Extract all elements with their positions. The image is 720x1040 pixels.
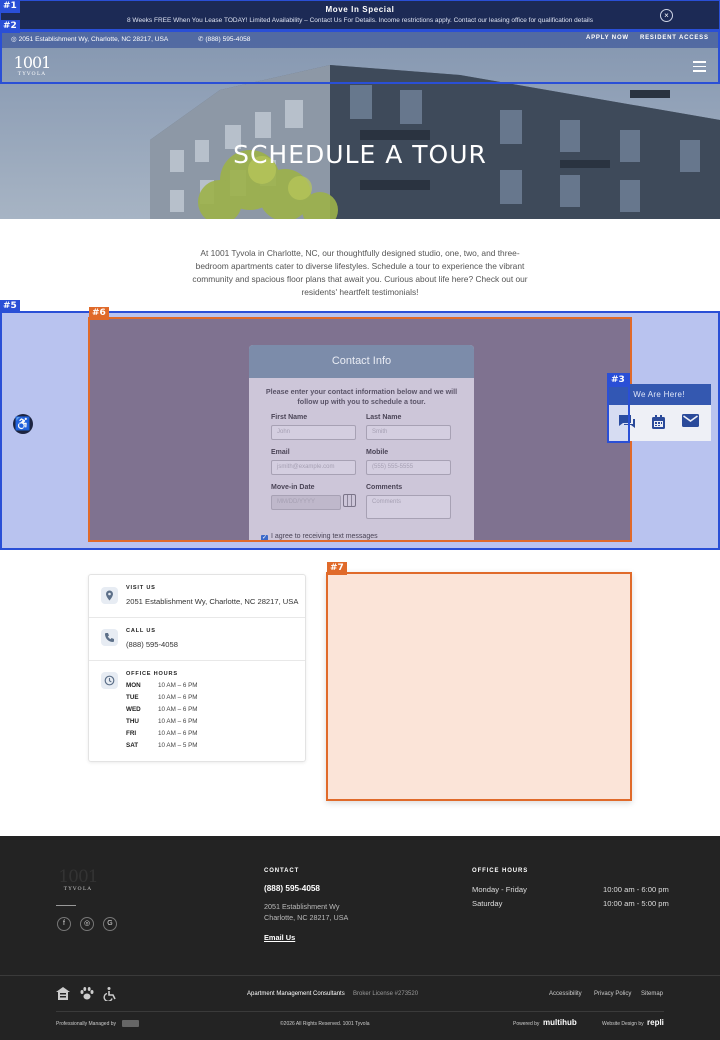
hours-day: SAT [126,742,139,749]
mail-icon[interactable] [682,414,699,427]
broker-license: Broker License #273520 [353,991,419,997]
overlay-tag-3: #3 [608,374,628,387]
contact-form-card: Contact Info Please enter your contact i… [249,345,474,541]
powered-by-text: Powered by [513,1021,540,1027]
overlay-tag-1: #1 [0,0,20,13]
site-footer [0,836,720,1040]
footer-divider [56,905,76,906]
intro-paragraph: At 1001 Tyvola in Charlotte, NC, our tho… [192,248,528,297]
form-header: Contact Info [249,345,474,378]
comments-textarea[interactable]: Comments [366,495,451,519]
hours-day: TUE [126,694,139,701]
footer-contact-heading: CONTACT [264,868,300,874]
sms-consent-checkbox[interactable]: ✓ I agree to receiving text messages [261,533,378,541]
footer-hours-heading: OFFICE HOURS [472,868,529,874]
footer-address-line1: 2051 Establishment Wy [264,902,340,911]
footer-weekday-label: Monday - Friday [472,885,527,894]
footer-weekday-hours: 10:00 am - 6:00 pm [603,885,669,894]
office-hours-heading: OFFICE HOURS [126,671,178,677]
overlay-tag-2: #2 [0,20,20,33]
management-logo[interactable] [122,1020,139,1027]
last-name-field[interactable]: Smith [366,425,451,440]
hours-time: 10 AM – 6 PM [158,694,198,701]
footer-phone[interactable]: (888) 595-4058 [264,884,320,893]
hours-day: THU [126,718,139,725]
footer-divider-main [0,975,720,976]
promo-banner: Move In Special 8 Weeks FREE When You Le… [0,0,720,30]
logo-number: 1001 [13,53,52,72]
tour-form-iframe: Contact Info Please enter your contact i… [88,317,632,542]
visit-us-address[interactable]: 2051 Establishment Wy, Charlotte, NC 282… [126,597,298,606]
footer-saturday-label: Saturday [472,899,503,908]
facebook-icon[interactable]: f [57,917,71,931]
map-pin-icon [101,587,118,604]
multihub-logo[interactable]: multihub [543,1018,577,1027]
first-name-label: First Name [271,414,308,421]
visit-us-heading: VISIT US [126,585,156,591]
hours-time: 10 AM – 6 PM [158,682,198,689]
footer-logo-number: 1001 [58,867,98,887]
sms-consent-label: I agree to receiving text messages [271,533,378,540]
move-in-date-field[interactable]: MM/DD/YYYY [271,495,341,510]
overlay-tag-5: #5 [0,300,20,313]
contact-info-card: VISIT US 2051 Establishment Wy, Charlott… [88,574,306,762]
footer-saturday-hours: 10:00 am - 5:00 pm [603,899,669,908]
footer-logo[interactable]: 1001 TYVOLA [56,868,100,892]
hours-time: 10 AM – 6 PM [158,706,198,713]
checkbox-checked-icon: ✓ [261,535,268,541]
calendar-picker-icon[interactable] [343,494,356,507]
accessibility-icon[interactable]: ♿ [13,414,33,434]
overlay-tag-6: #6 [89,307,109,320]
hours-time: 10 AM – 5 PM [158,742,198,749]
move-in-label: Move-in Date [271,484,315,491]
call-us-phone[interactable]: (888) 595-4058 [126,640,178,649]
calendar-icon[interactable] [651,414,666,430]
email-field[interactable]: jsmith@example.com [271,460,356,475]
footer-divider-bottom [56,1011,664,1012]
instagram-icon[interactable]: ◎ [80,917,94,931]
management-company[interactable]: Apartment Management Consultants [247,991,345,997]
mobile-field[interactable]: (555) 555-5555 [366,460,451,475]
call-us-heading: CALL US [126,628,156,634]
sitemap-link[interactable]: Sitemap [641,991,663,997]
clock-icon [101,672,118,689]
site-header [0,30,720,84]
repli-logo[interactable]: repli [647,1018,664,1027]
promo-title: Move In Special [325,5,395,14]
phone-icon [101,629,118,646]
design-by-text: Website Design by [602,1021,644,1027]
hours-time: 10 AM – 6 PM [158,730,198,737]
equal-housing-icon [56,987,70,1000]
form-subtitle: Please enter your contact information be… [265,387,458,406]
promo-text: 8 Weeks FREE When You Lease TODAY! Limit… [127,17,593,24]
privacy-policy-link[interactable]: Privacy Policy [594,991,631,997]
email-label: Email [271,449,290,456]
comments-label: Comments [366,484,403,491]
managed-by-text: Professionally Managed by [56,1021,117,1027]
accessibility-link[interactable]: Accessibility [549,991,582,997]
footer-address-line2: Charlotte, NC 28217, USA [264,913,349,922]
map-embed[interactable] [326,572,632,801]
google-icon[interactable]: G [103,917,117,931]
overlay-tag-7: #7 [327,562,347,575]
hamburger-menu-icon[interactable] [693,61,706,75]
copyright-text: ©2026 All Rights Reserved. 1001 Tyvola [280,1021,370,1027]
hours-day: FRI [126,730,137,737]
pet-friendly-icon [80,987,94,1000]
close-icon[interactable]: × [660,9,673,22]
hours-day: WED [126,706,141,713]
hours-time: 10 AM – 6 PM [158,718,198,725]
site-logo[interactable]: 1001 TYVOLA [11,54,53,77]
last-name-label: Last Name [366,414,402,421]
wheelchair-icon [103,987,116,1001]
footer-email-link[interactable]: Email Us [264,933,295,942]
page-title: SCHEDULE A TOUR [233,140,487,169]
mobile-label: Mobile [366,449,389,456]
first-name-field[interactable]: John [271,425,356,440]
hours-day: MON [126,682,141,689]
